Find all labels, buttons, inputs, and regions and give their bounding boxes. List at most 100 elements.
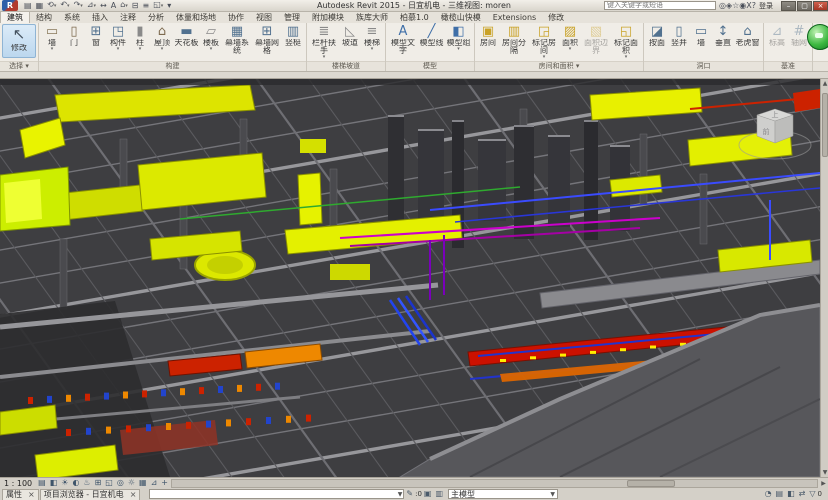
ribbon-tab-insert[interactable]: 插入 xyxy=(86,12,114,23)
help-search-input[interactable] xyxy=(604,1,716,10)
press-drag-icon[interactable]: ⇄ xyxy=(797,489,808,499)
crop-view-icon[interactable]: ⊞ xyxy=(93,478,104,488)
ribbon-tab-annotate[interactable]: 注释 xyxy=(114,12,142,23)
save-icon[interactable]: ▦ xyxy=(34,1,46,11)
scale-button[interactable]: 1 : 100 xyxy=(0,479,36,488)
ribbon-tab-structure[interactable]: 结构 xyxy=(30,12,58,23)
horizontal-scroll-thumb[interactable] xyxy=(627,480,675,487)
design-option-dropdown[interactable]: 主模型 ▼ xyxy=(448,489,558,499)
close-button[interactable]: × xyxy=(813,1,828,11)
panel-label-select[interactable]: 选择 ▾ xyxy=(0,61,38,71)
properties-panel-tab[interactable]: 属性× xyxy=(2,489,39,500)
measure-icon[interactable]: ⊿▾ xyxy=(85,0,98,11)
editable-only-icon[interactable]: ▤ xyxy=(774,489,786,499)
ribbon-tab-family-master[interactable]: 族库大师 xyxy=(350,12,394,23)
room-button[interactable]: ▣房间 xyxy=(477,24,499,52)
minimize-button[interactable]: – xyxy=(781,1,796,11)
by-face-button[interactable]: ◪按面 xyxy=(646,24,668,52)
revit-logo-icon[interactable]: R xyxy=(2,0,18,11)
column-button[interactable]: ▮柱▾ xyxy=(129,24,151,52)
undo-icon[interactable]: ↶▾ xyxy=(58,0,71,11)
modify-button[interactable]: ↖修改 xyxy=(2,24,36,58)
search-icon[interactable]: ◎ xyxy=(719,1,726,10)
project-browser-panel-tab[interactable]: 项目浏览器 - 日宜机电× xyxy=(40,489,141,500)
default-3d-view-icon[interactable]: ⌂▾ xyxy=(118,0,130,11)
switch-windows-icon[interactable]: ◱▾ xyxy=(151,0,165,11)
scroll-right-arrow[interactable]: ▶ xyxy=(819,479,828,488)
ribbon-tab-massing-site[interactable]: 体量和场地 xyxy=(170,12,222,23)
sun-path-icon[interactable]: ☀ xyxy=(59,478,70,488)
vertical-scroll-thumb[interactable] xyxy=(822,93,828,157)
assistant-plugin-button[interactable] xyxy=(807,24,828,50)
close-icon[interactable]: × xyxy=(28,490,35,499)
design-options-icon[interactable]: ▥ xyxy=(433,489,445,499)
area-button[interactable]: ▨面积▾ xyxy=(559,24,581,52)
tag-room-button[interactable]: ◲标记房间▾ xyxy=(529,24,559,60)
vertical-opening-button[interactable]: ↕垂直 xyxy=(712,24,734,52)
shaft-button[interactable]: ▯竖井 xyxy=(668,24,690,52)
panel-label-room-area[interactable]: 房间和面积 ▾ xyxy=(475,61,643,71)
curtain-system-button[interactable]: ▦幕墙系统 xyxy=(222,24,252,60)
scroll-down-arrow[interactable]: ▼ xyxy=(821,468,828,477)
help-icon[interactable]: ? xyxy=(752,1,756,10)
shadows-icon[interactable]: ◐ xyxy=(70,478,81,488)
thin-lines-icon[interactable]: ≡ xyxy=(140,1,151,11)
wall-button[interactable]: ▭墙▾ xyxy=(41,24,63,52)
model-text-button[interactable]: A模型文字 xyxy=(388,24,418,60)
drawing-area[interactable]: 上 前 xyxy=(0,79,828,477)
reveal-hidden-elements-icon[interactable]: ☼ xyxy=(126,478,137,488)
redo-icon[interactable]: ↷▾ xyxy=(72,0,85,11)
aligned-dimension-icon[interactable]: ↔ xyxy=(98,1,109,11)
mullion-button[interactable]: ▥竖梃 xyxy=(282,24,304,52)
dormer-button[interactable]: ⌂老虎窗 xyxy=(734,24,761,52)
reveal-constraints-icon[interactable]: + xyxy=(159,478,170,488)
close-icon[interactable]: × xyxy=(130,490,137,499)
section-icon[interactable]: ⊟ xyxy=(130,1,141,11)
component-button[interactable]: ◳构件▾ xyxy=(107,24,129,52)
model-line-button[interactable]: ╱模型线 xyxy=(418,24,445,52)
filter-icon[interactable]: ▽ xyxy=(807,489,817,499)
horizontal-scrollbar[interactable] xyxy=(171,479,818,488)
ribbon-tab-collaborate[interactable]: 协作 xyxy=(222,12,250,23)
ribbon-tab-bomu[interactable]: 柏慕1.0 xyxy=(394,12,435,23)
roof-button[interactable]: ⌂屋顶▾ xyxy=(151,24,173,52)
wall-opening-button[interactable]: ▭墙 xyxy=(690,24,712,52)
detail-level-icon[interactable]: ▤ xyxy=(36,478,48,488)
ribbon-tab-systems[interactable]: 系统 xyxy=(58,12,86,23)
ribbon-tab-architecture[interactable]: 建筑 xyxy=(0,12,30,23)
temporary-view-properties-icon[interactable]: ▦ xyxy=(137,478,149,488)
ribbon-tab-modify[interactable]: 修改 xyxy=(542,12,570,23)
maximize-button[interactable]: ▢ xyxy=(797,1,812,11)
ribbon-tab-extensions[interactable]: Extensions xyxy=(487,12,542,23)
ribbon-tab-addins[interactable]: 附加模块 xyxy=(306,12,350,23)
sync-with-central-icon[interactable]: ⟲▾ xyxy=(45,0,58,11)
workset-dropdown[interactable]: ▼ xyxy=(149,489,404,499)
exclude-options-icon[interactable]: ◧ xyxy=(785,489,797,499)
stair-button[interactable]: ≡楼梯▾ xyxy=(361,24,383,52)
rendering-dialog-icon[interactable]: ♨ xyxy=(81,478,92,488)
temporary-hide-isolate-icon[interactable]: ◎ xyxy=(115,478,126,488)
floor-button[interactable]: ▱楼板▾ xyxy=(200,24,222,52)
open-file-icon[interactable]: ▤ xyxy=(22,1,34,11)
ribbon-tab-view[interactable]: 视图 xyxy=(250,12,278,23)
hide-analytical-model-icon[interactable]: ⊿ xyxy=(149,478,160,488)
ceiling-button[interactable]: ▬天花板 xyxy=(173,24,200,52)
room-separator-button[interactable]: ▥房间分隔 xyxy=(499,24,529,60)
ramp-button[interactable]: ◺坡道 xyxy=(339,24,361,52)
editing-requests-icon[interactable]: ✎ xyxy=(404,489,415,499)
ribbon-tab-manage[interactable]: 管理 xyxy=(278,12,306,23)
model-group-button[interactable]: ◧模型组▾ xyxy=(445,24,472,52)
tag-area-button[interactable]: ◱标记面积▾ xyxy=(611,24,641,60)
worksharing-display-icon[interactable]: ◔ xyxy=(763,489,774,499)
window-button[interactable]: ⊞窗 xyxy=(85,24,107,52)
door-button[interactable]: ▯门 xyxy=(63,24,85,52)
curtain-grid-button[interactable]: ⊞幕墙网格 xyxy=(252,24,282,60)
crop-region-icon[interactable]: ◱ xyxy=(103,478,115,488)
scroll-up-arrow[interactable]: ▲ xyxy=(821,79,828,88)
qat-customize-icon[interactable]: ▾ xyxy=(165,1,173,11)
manage-links-icon[interactable]: ▣ xyxy=(422,489,434,499)
railing-button[interactable]: ≣栏杆扶手▾ xyxy=(309,24,339,60)
ribbon-tab-glodon-kuaimo[interactable]: 橄榄山快模 xyxy=(435,12,487,23)
signin-label[interactable]: 登录 xyxy=(759,1,773,11)
visual-style-icon[interactable]: ◧ xyxy=(48,478,60,488)
